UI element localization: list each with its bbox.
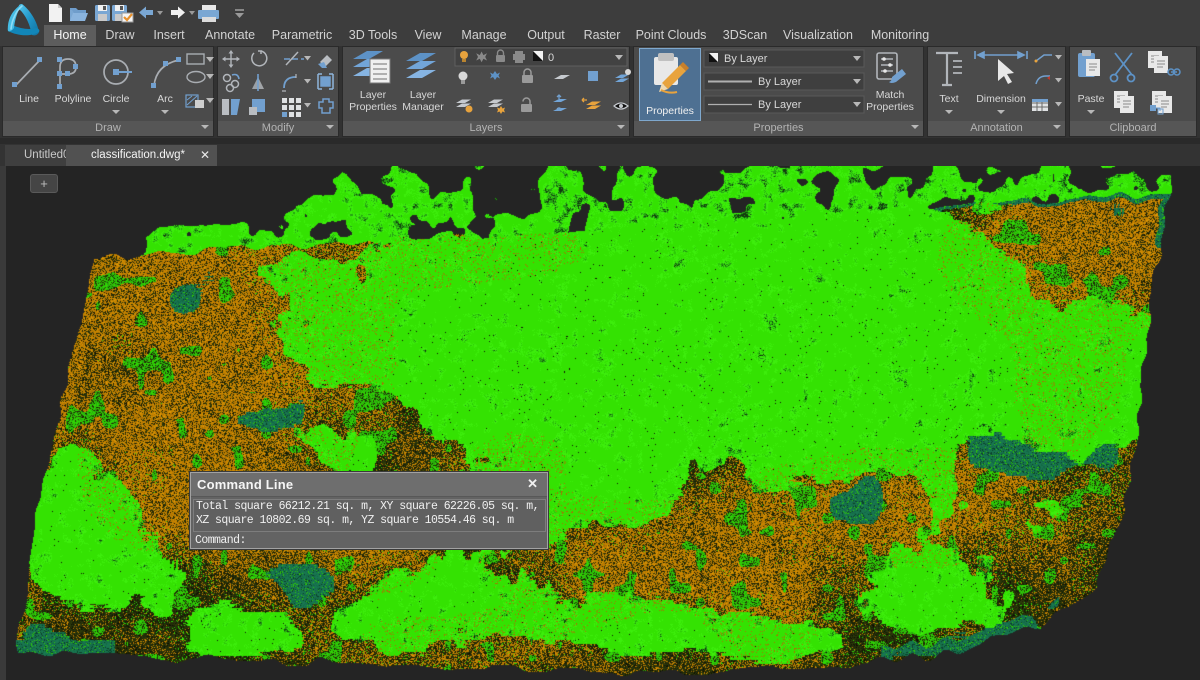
svg-text:0: 0 <box>548 52 554 64</box>
